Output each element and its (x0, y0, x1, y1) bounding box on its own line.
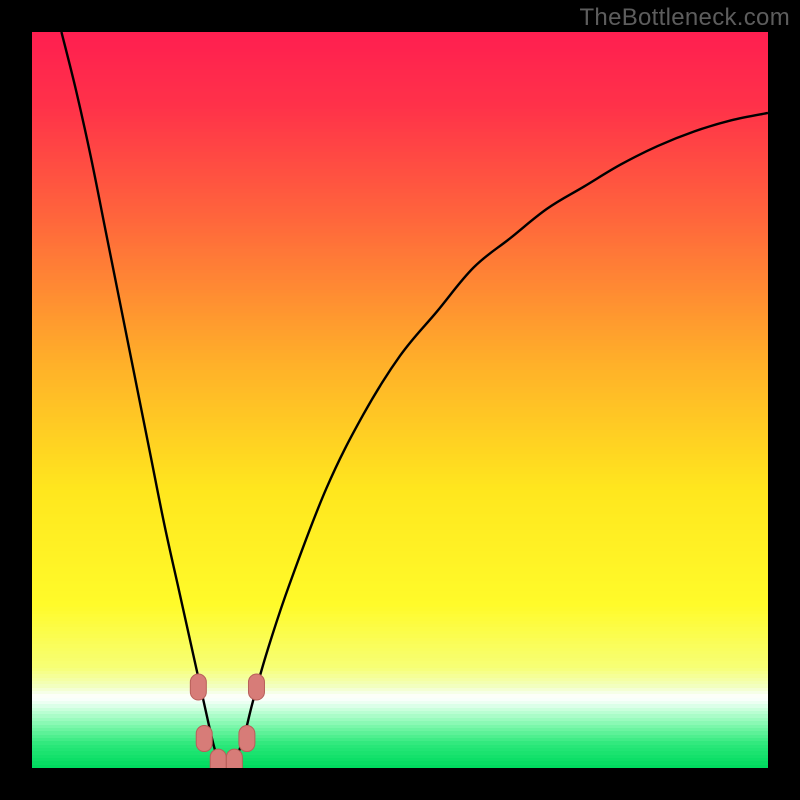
curve-marker (248, 674, 264, 700)
curve-marker (190, 674, 206, 700)
bottleneck-curve (61, 32, 768, 768)
curve-marker (226, 749, 242, 768)
curve-marker (239, 726, 255, 752)
watermark-text: TheBottleneck.com (579, 4, 790, 32)
chart-frame: TheBottleneck.com (0, 0, 800, 800)
curve-marker (196, 726, 212, 752)
plot-area (32, 32, 768, 768)
curve-marker (210, 749, 226, 768)
curve-layer (32, 32, 768, 768)
curve-markers (190, 674, 264, 768)
